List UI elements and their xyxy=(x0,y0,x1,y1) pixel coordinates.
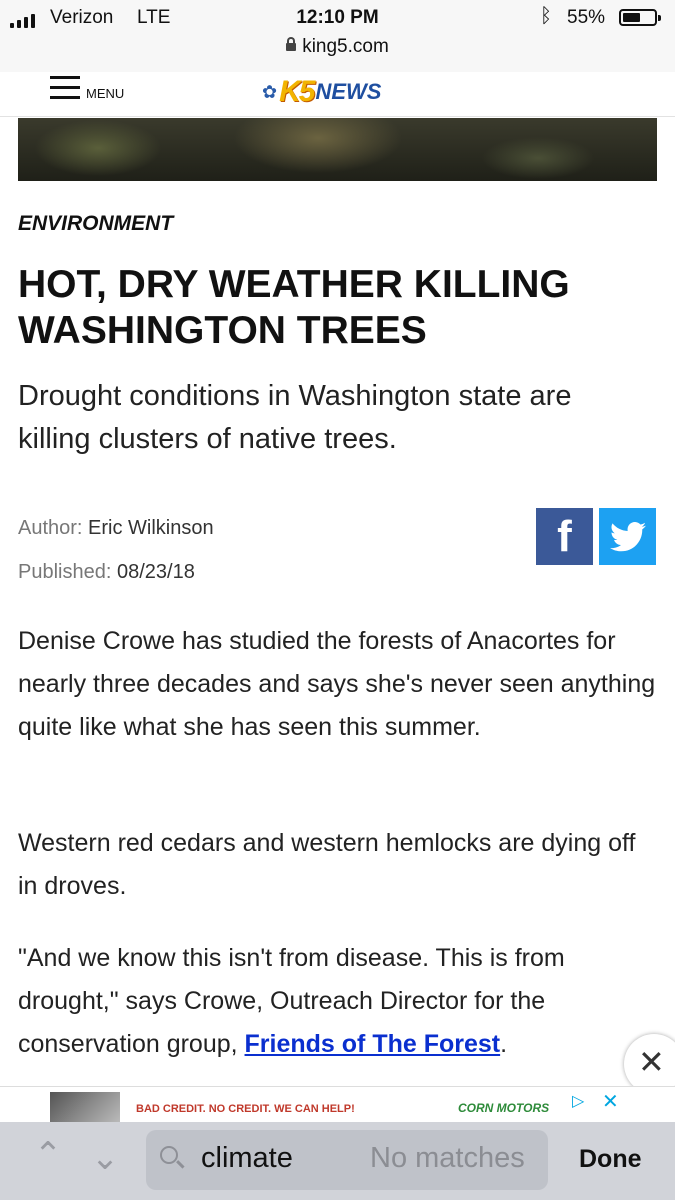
friends-of-the-forest-link[interactable]: Friends of The Forest xyxy=(245,1030,501,1058)
url-bar[interactable]: king5.com xyxy=(0,36,675,58)
battery-icon xyxy=(619,9,661,26)
article-paragraph: Western red cedars and western hemlocks … xyxy=(18,829,636,900)
article-hero-image xyxy=(18,118,657,181)
logo-k5: K5 xyxy=(279,75,315,108)
article-paragraph: Denise Crowe has studied the forests of … xyxy=(18,627,656,741)
site-header: MENU ✿ K5 NEWS xyxy=(0,72,675,117)
status-bar: Verizon LTE 12:10 PM ᛒ 55% king5.com xyxy=(0,0,675,72)
article-subhead: Drought conditions in Washington state a… xyxy=(18,380,572,455)
nbc-peacock-icon: ✿ xyxy=(262,81,278,102)
published-label: Published: xyxy=(18,561,112,583)
done-button[interactable]: Done xyxy=(579,1145,642,1174)
ad-text: BAD CREDIT. NO CREDIT. WE CAN HELP! xyxy=(136,1103,355,1115)
chevron-up-icon[interactable]: ⌃ xyxy=(29,1136,67,1174)
find-match-status: No matches xyxy=(370,1142,525,1174)
url-text: king5.com xyxy=(302,36,389,57)
published-date: 08/23/18 xyxy=(116,561,195,583)
find-query-text[interactable]: climate xyxy=(201,1142,293,1175)
hamburger-menu-icon[interactable] xyxy=(50,76,80,106)
published-line: Published: 08/23/18 xyxy=(18,561,195,584)
author-label: Author: xyxy=(18,517,83,539)
lock-icon xyxy=(286,37,297,51)
article-headline: HOT, DRY WEATHER KILLING WASHINGTON TREE… xyxy=(18,263,570,352)
article-paragraph: "And we know this isn't from disease. Th… xyxy=(18,937,658,1066)
logo-news: NEWS xyxy=(315,79,382,104)
facebook-icon: f xyxy=(557,511,572,561)
adchoices-icon[interactable]: ▷ xyxy=(572,1094,588,1110)
ad-image xyxy=(50,1092,120,1123)
paragraph-end: . xyxy=(500,1030,508,1058)
menu-label[interactable]: MENU xyxy=(86,86,124,101)
author-name: Eric Wilkinson xyxy=(88,517,214,539)
close-icon[interactable]: ✕ xyxy=(638,1042,665,1082)
bluetooth-icon: ᛒ xyxy=(540,5,552,27)
ad-brand: CORN MOTORS xyxy=(458,1101,550,1115)
twitter-share-button[interactable] xyxy=(599,508,656,565)
twitter-bird-icon xyxy=(609,521,646,551)
chevron-down-icon[interactable]: ⌃ xyxy=(86,1136,124,1174)
site-logo[interactable]: ✿ K5 NEWS xyxy=(262,74,381,110)
facebook-share-button[interactable]: f xyxy=(536,508,593,565)
ad-close-icon[interactable]: ✕ xyxy=(602,1092,619,1112)
search-icon xyxy=(160,1146,178,1164)
author-line: Author: Eric Wilkinson xyxy=(18,517,214,540)
section-label[interactable]: ENVIRONMENT xyxy=(18,212,173,236)
battery-percent: 55% xyxy=(567,7,606,28)
